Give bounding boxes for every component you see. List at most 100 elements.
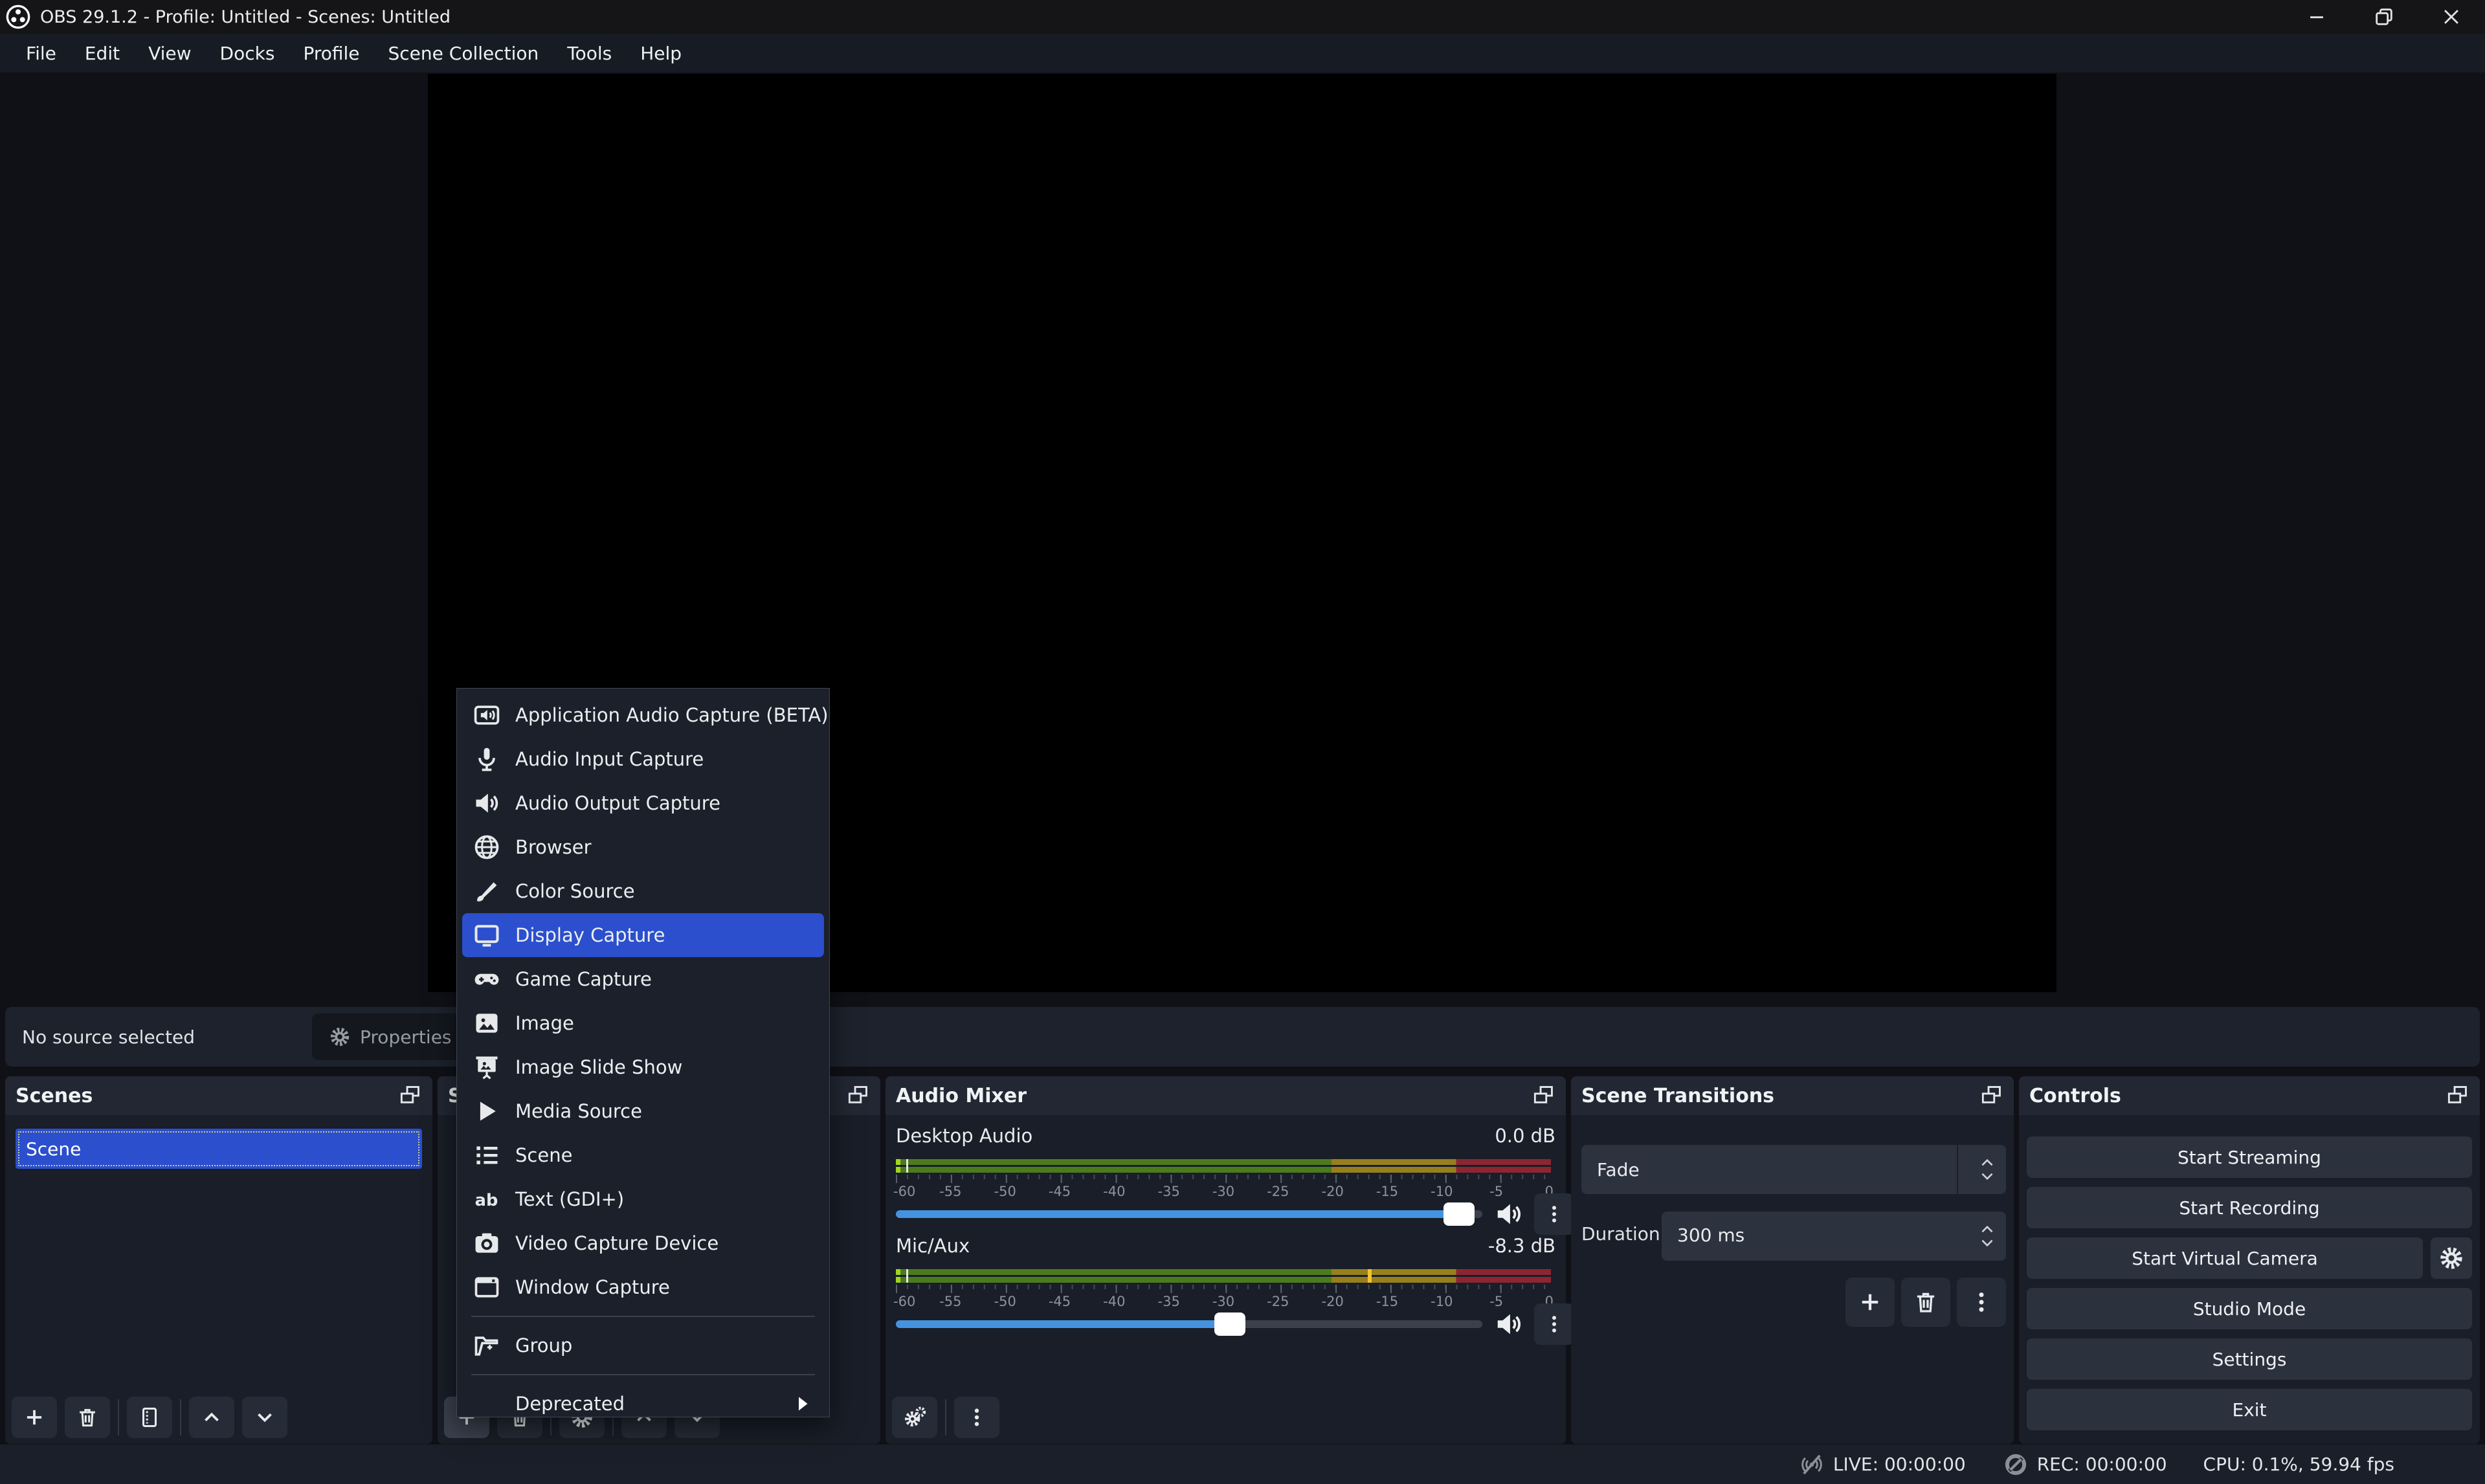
svg-text:ab: ab: [475, 1191, 498, 1210]
add-source-menu: Application Audio Capture (BETA)Audio In…: [456, 688, 830, 1417]
chevron-up-icon[interactable]: [1979, 1223, 1996, 1235]
settings-label: Settings: [2212, 1349, 2287, 1370]
image-slideshow-icon: [473, 1053, 501, 1081]
menu-item-image-slide-show[interactable]: Image Slide Show: [462, 1045, 824, 1089]
channel-menu-button[interactable]: [1534, 1303, 1574, 1345]
start-streaming-button[interactable]: Start Streaming: [2027, 1136, 2472, 1178]
source-context-toolbar: No source selected Properties: [5, 1007, 2480, 1067]
menu-item-label: Group: [515, 1334, 572, 1357]
volume-slider[interactable]: [896, 1210, 1482, 1218]
transition-select[interactable]: Fade: [1581, 1145, 2006, 1194]
transition-properties-button[interactable]: [1957, 1278, 2006, 1327]
group-icon: [473, 1331, 501, 1360]
audio-input-capture-icon: [473, 745, 501, 773]
gears-icon: [902, 1404, 928, 1430]
menu-separator: [471, 1316, 815, 1317]
menubar-item-scene-collection[interactable]: Scene Collection: [374, 36, 553, 71]
exit-button[interactable]: Exit: [2027, 1389, 2472, 1430]
menu-item-browser[interactable]: Browser: [462, 825, 824, 869]
volume-slider-handle[interactable]: [1443, 1202, 1475, 1226]
settings-button[interactable]: Settings: [2027, 1338, 2472, 1380]
scene-filters-button[interactable]: [127, 1397, 172, 1438]
menu-item-color-source[interactable]: Color Source: [462, 869, 824, 913]
live-time: LIVE: 00:00:00: [1833, 1454, 1966, 1475]
menu-item-media-source[interactable]: Media Source: [462, 1089, 824, 1133]
transition-selected-value: Fade: [1597, 1159, 1640, 1180]
speaker-unmuted-icon[interactable]: [1494, 1309, 1524, 1339]
gear-icon: [329, 1026, 351, 1048]
volume-slider-handle[interactable]: [1214, 1312, 1245, 1336]
start-recording-button[interactable]: Start Recording: [2027, 1187, 2472, 1228]
menubar-item-tools[interactable]: Tools: [553, 36, 626, 71]
menu-item-window-capture[interactable]: Window Capture: [462, 1265, 824, 1309]
menu-item-audio-output-capture[interactable]: Audio Output Capture: [462, 781, 824, 825]
meter-tick-marks: [896, 1285, 1551, 1293]
move-scene-up-button[interactable]: [189, 1397, 234, 1438]
advanced-audio-properties-button[interactable]: [892, 1397, 937, 1438]
menubar-item-view[interactable]: View: [134, 36, 205, 71]
minimize-button[interactable]: [2283, 0, 2350, 34]
menu-item-label: Color Source: [515, 880, 635, 902]
scene-transitions-title: Scene Transitions: [1581, 1085, 1774, 1107]
menu-item-deprecated[interactable]: Deprecated: [462, 1382, 824, 1426]
chevron-down-icon[interactable]: [1979, 1171, 1996, 1182]
add-transition-button[interactable]: [1845, 1278, 1895, 1327]
menu-item-game-capture[interactable]: Game Capture: [462, 957, 824, 1001]
start-virtual-camera-button[interactable]: Start Virtual Camera: [2027, 1237, 2423, 1279]
restore-button[interactable]: [2350, 0, 2418, 34]
speaker-unmuted-icon[interactable]: [1494, 1199, 1524, 1229]
popout-dock-icon[interactable]: [1979, 1083, 2003, 1108]
duration-spinbox[interactable]: 300 ms: [1662, 1212, 2006, 1261]
menu-item-label: Browser: [515, 836, 592, 858]
game-capture-icon: [473, 965, 501, 993]
menu-item-group[interactable]: Group: [462, 1323, 824, 1368]
remove-scene-button[interactable]: [65, 1397, 110, 1438]
display-capture-icon: [473, 921, 501, 949]
chevron-up-icon[interactable]: [1979, 1157, 1996, 1168]
popout-dock-icon[interactable]: [845, 1083, 870, 1108]
no-icon: [473, 1390, 501, 1418]
remove-transition-button[interactable]: [1901, 1278, 1950, 1327]
move-scene-down-button[interactable]: [242, 1397, 287, 1438]
scenes-panel: Scenes Scene: [5, 1076, 432, 1444]
audio-mixer-panel: Audio Mixer Desktop Audio 0.0 dB -60-55-…: [886, 1076, 1566, 1444]
menu-item-audio-input-capture[interactable]: Audio Input Capture: [462, 737, 824, 781]
controls-panel: Controls Start Streaming Start Recording…: [2019, 1076, 2480, 1444]
close-button[interactable]: [2418, 0, 2485, 34]
scene-list-item[interactable]: Scene: [16, 1129, 422, 1169]
menu-item-label: Text (GDI+): [515, 1188, 624, 1210]
popout-dock-icon[interactable]: [2445, 1083, 2469, 1108]
menu-item-image[interactable]: Image: [462, 1001, 824, 1045]
menubar-item-docks[interactable]: Docks: [206, 36, 289, 71]
menu-item-label: Video Capture Device: [515, 1232, 719, 1254]
menu-item-display-capture[interactable]: Display Capture: [462, 913, 824, 957]
restore-icon: [2373, 6, 2395, 28]
add-scene-button[interactable]: [12, 1397, 57, 1438]
mixer-menu-button[interactable]: [954, 1397, 999, 1438]
menu-item-scene[interactable]: Scene: [462, 1133, 824, 1177]
menu-item-video-capture-device[interactable]: Video Capture Device: [462, 1221, 824, 1265]
popout-dock-icon[interactable]: [1531, 1083, 1555, 1108]
scene-transitions-header: Scene Transitions: [1571, 1076, 2014, 1115]
cpu-status: CPU: 0.1%, 59.94 fps: [2203, 1454, 2394, 1475]
menu-item-application-audio-capture-beta[interactable]: Application Audio Capture (BETA): [462, 693, 824, 737]
kebab-menu-icon: [1543, 1312, 1566, 1336]
volume-slider[interactable]: [896, 1320, 1482, 1328]
menu-item-text-gdi[interactable]: ab Text (GDI+): [462, 1177, 824, 1221]
menubar-item-file[interactable]: File: [12, 36, 71, 71]
color-source-icon: [473, 877, 501, 905]
studio-mode-button[interactable]: Studio Mode: [2027, 1288, 2472, 1329]
menubar-item-edit[interactable]: Edit: [71, 36, 134, 71]
minimize-icon: [2306, 6, 2328, 28]
menubar-item-profile[interactable]: Profile: [289, 36, 373, 71]
channel-menu-button[interactable]: [1534, 1193, 1574, 1235]
chevron-down-icon[interactable]: [1979, 1237, 1996, 1249]
properties-button[interactable]: Properties: [312, 1013, 469, 1060]
combo-arrows: [1979, 1145, 1996, 1194]
menu-item-label: Media Source: [515, 1100, 642, 1122]
menu-item-label: Audio Output Capture: [515, 792, 720, 814]
menubar-item-help[interactable]: Help: [626, 36, 696, 71]
popout-dock-icon[interactable]: [397, 1083, 422, 1108]
obs-logo-icon: [5, 4, 31, 30]
virtual-camera-settings-button[interactable]: [2431, 1237, 2472, 1279]
